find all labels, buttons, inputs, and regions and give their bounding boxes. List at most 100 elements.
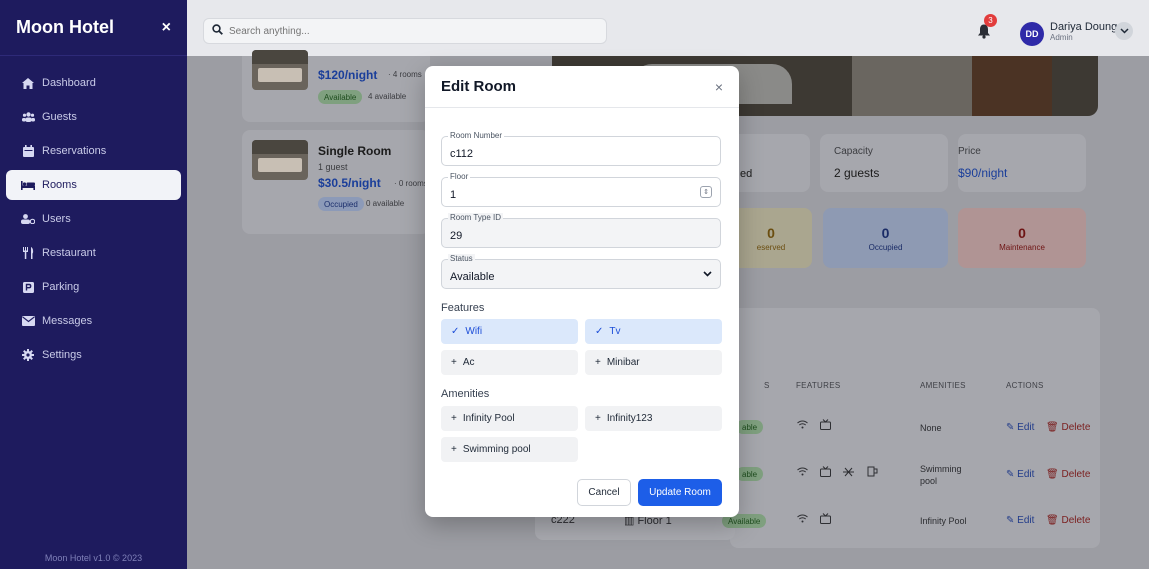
plus-icon: + bbox=[451, 444, 457, 455]
stepper-icon[interactable]: ⇕ bbox=[700, 186, 712, 198]
sidebar-footer: Moon Hotel v1.0 © 2023 bbox=[44, 553, 143, 563]
status-label: Status bbox=[448, 254, 475, 263]
snowflake-icon bbox=[843, 467, 854, 480]
room-price: $120/night bbox=[318, 68, 378, 82]
update-room-button[interactable]: Update Room bbox=[638, 479, 722, 506]
features-heading: Features bbox=[441, 302, 485, 314]
price-label: Price bbox=[958, 146, 981, 157]
edit-label: Edit bbox=[1017, 469, 1035, 480]
room-type-id-field[interactable]: Room Type ID 29 bbox=[441, 213, 721, 248]
room-number-value: c112 bbox=[450, 148, 474, 160]
room-card[interactable]: Single Room 1 guest $30.5/night · 0 room… bbox=[242, 130, 430, 234]
user-info[interactable]: Dariya Doung Admin bbox=[1050, 21, 1117, 42]
room-type-label: Room Type ID bbox=[448, 213, 503, 222]
sidebar-nav: Dashboard Guests Reservations Rooms User… bbox=[0, 56, 187, 370]
wifi-icon bbox=[797, 514, 808, 526]
feature-label: Ac bbox=[462, 357, 475, 368]
feature-chip-minibar[interactable]: + Minibar bbox=[585, 350, 722, 375]
search-icon bbox=[212, 24, 223, 38]
price-value: $90/night bbox=[958, 166, 1008, 180]
edit-label: Edit bbox=[1017, 422, 1035, 433]
sidebar-item-rooms[interactable]: Rooms bbox=[6, 170, 181, 200]
stat-value: 0 bbox=[881, 224, 890, 241]
bed-icon bbox=[20, 180, 36, 190]
feature-label: Minibar bbox=[606, 357, 640, 368]
capacity-label: Capacity bbox=[834, 146, 873, 157]
stat-label: eserved bbox=[756, 242, 786, 252]
sidebar-item-label: Rooms bbox=[42, 179, 77, 191]
sidebar-item-restaurant[interactable]: Restaurant bbox=[6, 238, 181, 268]
amenity-chip-infinity123[interactable]: + Infinity123 bbox=[585, 406, 722, 431]
brand-name: Moon Hotel bbox=[16, 17, 114, 37]
search-input[interactable] bbox=[229, 25, 589, 37]
trash-icon: 🗑 bbox=[1046, 515, 1062, 526]
amenity-chip-swimming-pool[interactable]: + Swimming pool bbox=[441, 437, 578, 462]
sidebar-item-label: Settings bbox=[42, 349, 82, 361]
close-sidebar-icon[interactable]: × bbox=[162, 19, 171, 37]
feature-label: Wifi bbox=[465, 326, 483, 337]
edit-room-button[interactable]: ✎ Edit bbox=[1006, 515, 1034, 526]
delete-room-button[interactable]: 🗑 Delete bbox=[1046, 422, 1090, 433]
stat-value: 0 bbox=[767, 224, 775, 241]
sidebar-item-label: Guests bbox=[42, 111, 77, 123]
delete-room-button[interactable]: 🗑 Delete bbox=[1046, 515, 1090, 526]
detail-partial-text: ed bbox=[740, 168, 753, 180]
delete-room-button[interactable]: 🗑 Delete bbox=[1046, 469, 1090, 480]
chevron-down-icon[interactable] bbox=[1115, 22, 1133, 40]
user-name: Dariya Doung bbox=[1050, 21, 1118, 33]
sidebar-item-label: Restaurant bbox=[42, 247, 96, 259]
status-select[interactable]: Status Available bbox=[441, 254, 721, 289]
stat-maintenance: 0 Maintenance bbox=[958, 208, 1086, 268]
pencil-icon: ✎ bbox=[1006, 515, 1018, 526]
status-badge: Occupied bbox=[318, 197, 364, 211]
amenities-cell: Infinity Pool bbox=[920, 516, 967, 526]
table-header-features: FEATURES bbox=[796, 381, 841, 390]
floor-field[interactable]: Floor 1 ⇕ bbox=[441, 172, 721, 207]
availability-text: 4 available bbox=[368, 92, 407, 101]
feature-chip-ac[interactable]: + Ac bbox=[441, 350, 578, 375]
sidebar-item-users[interactable]: Users bbox=[6, 204, 181, 234]
sidebar-item-settings[interactable]: Settings bbox=[6, 340, 181, 370]
calendar-icon bbox=[20, 145, 36, 157]
sidebar-item-parking[interactable]: Parking bbox=[6, 272, 181, 302]
room-count: · 4 rooms bbox=[388, 70, 422, 79]
status-badge: able bbox=[736, 467, 764, 481]
room-card[interactable]: $120/night · 4 rooms Available 4 availab… bbox=[242, 50, 430, 122]
edit-room-button[interactable]: ✎ Edit bbox=[1006, 469, 1034, 480]
tv-icon bbox=[820, 513, 831, 527]
sidebar-brand: Moon Hotel × bbox=[0, 0, 187, 56]
trash-icon: 🗑 bbox=[1046, 469, 1062, 480]
room-count: · 0 rooms bbox=[394, 179, 428, 188]
room-title: Single Room bbox=[318, 144, 392, 158]
sidebar-item-guests[interactable]: Guests bbox=[6, 102, 181, 132]
cancel-button[interactable]: Cancel bbox=[577, 479, 631, 506]
top-header: 3 DD Dariya Doung Admin bbox=[187, 0, 1149, 56]
users-icon bbox=[20, 112, 36, 122]
home-icon bbox=[20, 77, 36, 89]
floor-value: 1 bbox=[450, 189, 457, 201]
status-value: Available bbox=[450, 271, 495, 283]
amenities-heading: Amenities bbox=[441, 388, 490, 400]
sidebar-item-reservations[interactable]: Reservations bbox=[6, 136, 181, 166]
edit-room-button[interactable]: ✎ Edit bbox=[1006, 422, 1034, 433]
check-icon: ✓ bbox=[595, 326, 604, 337]
stat-label: Maintenance bbox=[999, 242, 1045, 252]
sidebar-item-messages[interactable]: Messages bbox=[6, 306, 181, 336]
plus-icon: + bbox=[451, 357, 457, 368]
room-thumbnail bbox=[252, 140, 308, 180]
close-icon[interactable]: × bbox=[715, 79, 723, 95]
avatar[interactable]: DD bbox=[1020, 22, 1044, 46]
stat-value: 0 bbox=[1018, 224, 1026, 241]
modal-header: Edit Room × bbox=[425, 66, 739, 108]
amenity-chip-infinity-pool[interactable]: + Infinity Pool bbox=[441, 406, 578, 431]
rooms-table bbox=[730, 308, 1100, 548]
room-number-field[interactable]: Room Number c112 bbox=[441, 131, 721, 166]
amenities-cell: None bbox=[920, 423, 942, 433]
check-icon: ✓ bbox=[451, 326, 460, 337]
price-card: Price $90/night bbox=[958, 134, 1086, 192]
feature-chip-tv[interactable]: ✓ Tv bbox=[585, 319, 722, 344]
feature-chip-wifi[interactable]: ✓ Wifi bbox=[441, 319, 578, 344]
sidebar-item-dashboard[interactable]: Dashboard bbox=[6, 68, 181, 98]
search-bar[interactable] bbox=[203, 18, 607, 44]
sidebar-item-label: Parking bbox=[42, 281, 80, 293]
